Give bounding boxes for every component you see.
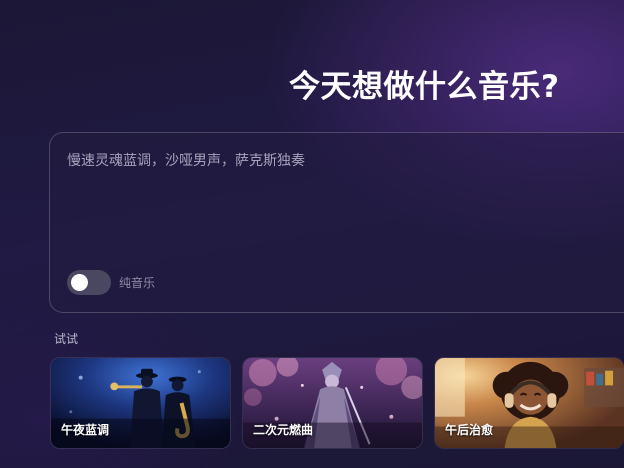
suggestion-card-midnight-blues[interactable]: 午夜蓝调 (50, 357, 231, 449)
toggle-knob (71, 274, 88, 291)
suggestion-card-afternoon-healing[interactable]: 午后治愈 (434, 357, 624, 449)
suggestion-card-anime-anthem[interactable]: 二次元燃曲 (242, 357, 423, 449)
suggestions-label: 试试 (54, 332, 79, 346)
card-label: 二次元燃曲 (253, 423, 314, 437)
card-label: 午后治愈 (445, 423, 494, 437)
instrumental-toggle[interactable] (67, 270, 111, 295)
card-label: 午夜蓝调 (61, 423, 110, 437)
prompt-input[interactable] (67, 151, 587, 261)
prompt-box[interactable]: 纯音乐 (49, 132, 624, 313)
instrumental-label: 纯音乐 (119, 276, 156, 290)
page-title: 今天想做什么音乐? (289, 69, 560, 105)
